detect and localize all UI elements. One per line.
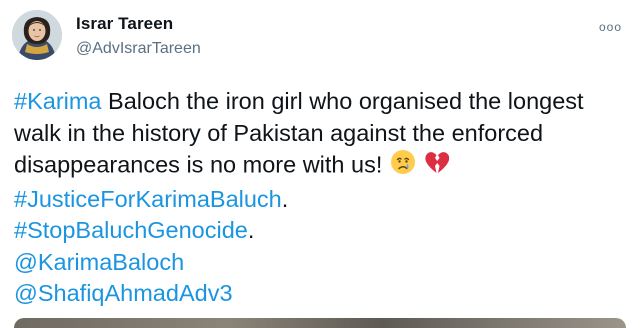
tweet-period-2: . xyxy=(247,217,255,243)
mention-shafiq[interactable]: @ShafiqAhmadAdv3 xyxy=(14,280,233,306)
tweet-card: Israr Tareen @AdvIsrarTareen ooo #Karima… xyxy=(0,0,640,328)
hashtag-karima[interactable]: #Karima xyxy=(14,88,102,114)
tweet-text-1: Baloch the iron girl who organised the l… xyxy=(101,88,584,114)
hashtag-stop-genocide[interactable]: #StopBaluchGenocide xyxy=(14,217,248,243)
tweet-line-5: #StopBaluchGenocide. xyxy=(14,215,614,247)
broken-heart-icon xyxy=(424,149,450,184)
tweet-line-2: walk in the history of Pakistan against … xyxy=(14,119,544,146)
crying-face-icon xyxy=(390,149,416,184)
tweet-text: #Karima Baloch the iron girl who organis… xyxy=(14,86,614,310)
tweet-line-1: #Karima Baloch the iron girl who organis… xyxy=(14,86,614,118)
tweet-line-3: disappearances is no more with us! xyxy=(14,149,614,184)
tweet-line-4: #JusticeForKarimaBaluch. xyxy=(14,184,614,216)
avatar-image xyxy=(12,10,62,60)
tweet-text-3: disappearances is no more with us! xyxy=(14,151,383,178)
tweet-period-1: . xyxy=(281,185,289,212)
tweet-line-7: @ShafiqAhmadAdv3 xyxy=(14,278,614,310)
user-handle[interactable]: @AdvIsrarTareen xyxy=(76,40,201,58)
tweet-media-image[interactable] xyxy=(14,318,626,328)
more-options-icon[interactable]: ooo xyxy=(599,20,622,34)
display-name[interactable]: Israr Tareen xyxy=(76,14,173,34)
hashtag-justice[interactable]: #JusticeForKarimaBaluch xyxy=(14,186,282,212)
mention-karima[interactable]: @KarimaBaloch xyxy=(14,249,184,275)
avatar[interactable] xyxy=(12,10,62,60)
tweet-line-6: @KarimaBaloch xyxy=(14,247,614,279)
